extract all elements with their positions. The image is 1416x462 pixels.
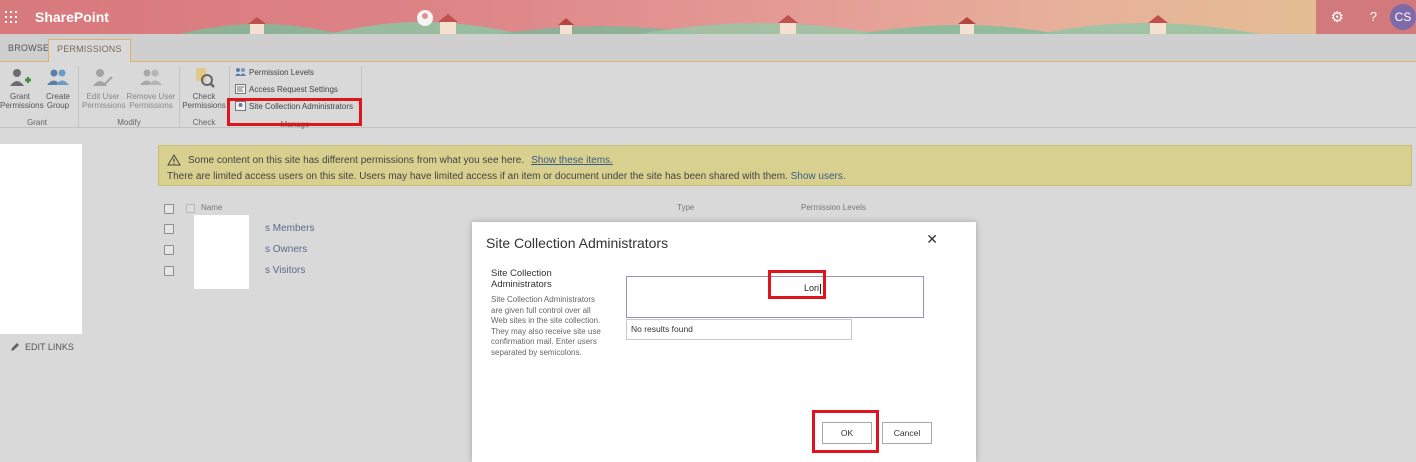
select-all-checkbox[interactable] (164, 204, 174, 214)
column-header-type[interactable]: Type (677, 203, 694, 212)
ribbon-group-modify-label: Modify (117, 118, 141, 127)
people-picker-results: No results found (626, 319, 852, 340)
settings-gear-icon[interactable]: ⚙ (1331, 8, 1344, 26)
close-icon[interactable]: ✕ (926, 231, 938, 248)
group-name-link[interactable]: s Owners (265, 244, 307, 255)
banner-message-line2: There are limited access users on this s… (167, 171, 788, 182)
group-name-link[interactable]: s Members (265, 223, 314, 234)
permission-levels-icon (235, 68, 246, 76)
grant-permissions-button[interactable]: Grant Permissions (0, 66, 44, 110)
ribbon-separator (179, 66, 180, 128)
header-row-checkbox[interactable] (186, 204, 195, 213)
row-checkbox[interactable] (164, 265, 174, 276)
field-description: Site Collection Administrators are given… (491, 295, 601, 357)
pencil-icon (11, 343, 19, 351)
group-name-link[interactable]: s Visitors (265, 265, 305, 276)
theme-village-illustration-icon (180, 10, 1260, 34)
grant-permissions-icon (10, 69, 31, 86)
help-icon[interactable]: ? (1370, 9, 1377, 24)
row-checkbox[interactable] (164, 244, 174, 255)
remove-user-permissions-button[interactable]: Remove User Permissions (126, 66, 176, 110)
left-navigation (0, 144, 82, 334)
create-group-button[interactable]: Create Group (42, 66, 74, 110)
warning-icon (167, 154, 181, 166)
highlight-box-ok-button (812, 410, 879, 453)
edit-links-button[interactable]: EDIT LINKS (10, 342, 74, 352)
user-avatar[interactable]: CS (1390, 4, 1416, 30)
suite-bar: SharePoint ⚙ ? CS (0, 0, 1416, 34)
check-permissions-button[interactable]: Check Permissions (182, 66, 226, 110)
site-collection-administrators-dialog: Site Collection Administrators ✕ Site Co… (472, 222, 976, 462)
edit-user-permissions-icon (93, 69, 113, 86)
redacted-area (194, 215, 249, 289)
ribbon: Grant Permissions Create Group Grant Edi… (0, 62, 1416, 129)
ribbon-separator (78, 66, 79, 128)
column-header-name[interactable]: Name (201, 203, 222, 212)
cancel-button[interactable]: Cancel (882, 422, 932, 444)
highlight-box-user-entry (768, 270, 826, 299)
dialog-title: Site Collection Administrators (486, 235, 669, 251)
tab-permissions[interactable]: PERMISSIONS (48, 39, 131, 63)
banner-message-line1: Some content on this site has different … (188, 154, 525, 166)
ribbon-tab-strip: BROWSE PERMISSIONS (0, 34, 1416, 88)
show-these-items-link[interactable]: Show these items. (531, 155, 613, 166)
highlight-box-site-collection-administrators (227, 98, 362, 126)
column-header-permission-levels[interactable]: Permission Levels (801, 203, 866, 212)
create-group-icon (47, 69, 69, 85)
check-permissions-icon (196, 68, 215, 88)
ribbon-group-grant-label: Grant (26, 118, 47, 127)
edit-user-permissions-button[interactable]: Edit User Permissions (82, 66, 126, 110)
access-request-settings-button[interactable]: Access Request Settings (235, 84, 338, 94)
limited-access-warning-banner: Some content on this site has different … (158, 145, 1412, 186)
show-users-link[interactable]: Show users. (791, 171, 846, 182)
remove-user-permissions-icon (140, 69, 162, 85)
field-label: Site Collection Administrators (491, 268, 552, 290)
row-checkbox[interactable] (164, 223, 174, 234)
permission-levels-button[interactable]: Permission Levels (235, 67, 314, 77)
ribbon-group-check-label: Check (192, 118, 216, 127)
tab-browse[interactable]: BROWSE (8, 43, 49, 53)
access-request-settings-icon (235, 84, 246, 94)
